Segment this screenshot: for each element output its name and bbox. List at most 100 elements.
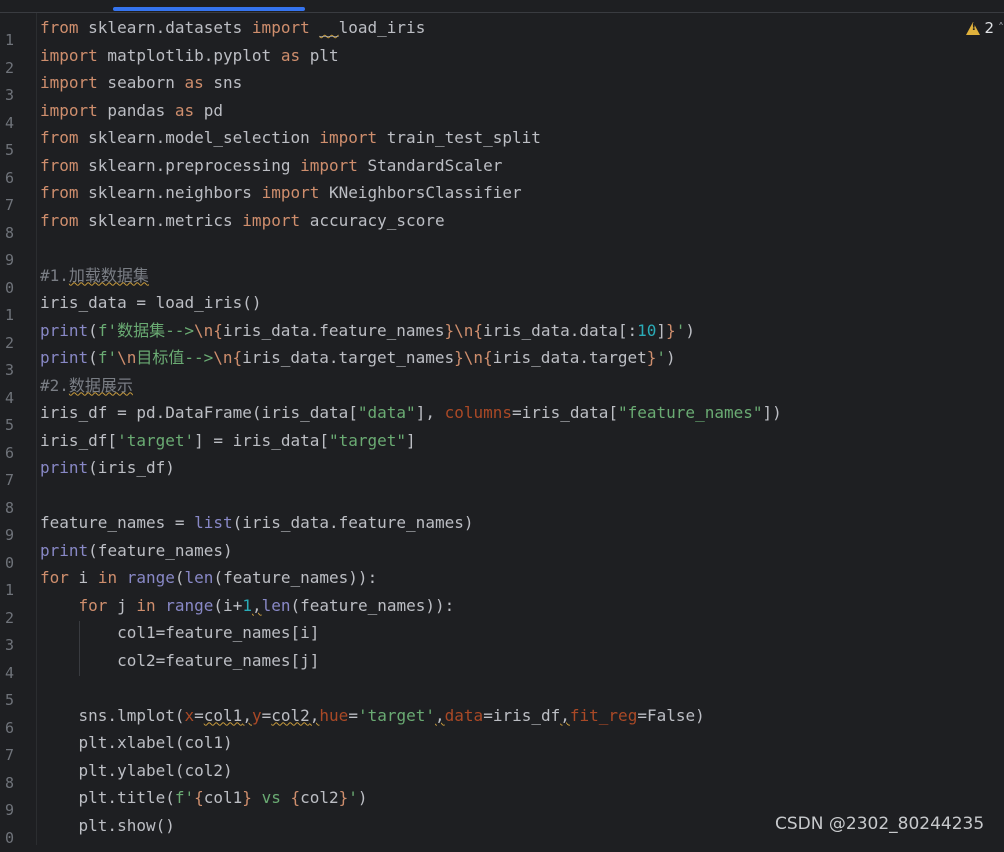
chevron-up-icon[interactable]: ˄ [998,21,1004,35]
code-token: 数据展示 [69,376,133,395]
code-token: \n [117,348,136,367]
code-token: col1 [204,788,243,807]
code-token: 'target' [358,706,435,725]
line-number: 1 [0,577,14,605]
code-token: load_iris [339,18,426,37]
code-token: f' [98,348,117,367]
code-line[interactable]: iris_data = load_iris() [40,289,1004,317]
code-token: 目标值 [136,348,184,367]
code-token: col2 [271,706,310,725]
code-line[interactable]: iris_df['target'] = iris_data["target"] [40,427,1004,455]
code-line[interactable]: #2.数据展示 [40,372,1004,400]
code-token: iris_df = pd.DataFrame(iris_data[ [40,403,358,422]
code-line[interactable]: for j in range(i+1,len(feature_names)): [40,592,1004,620]
code-line[interactable]: from sklearn.datasets import __load_iris [40,14,1004,42]
code-editor[interactable]: from sklearn.datasets import __load_iris… [40,14,1004,845]
code-token: , [560,706,570,725]
code-token: data [445,706,484,725]
code-line[interactable]: #1.加载数据集 [40,262,1004,290]
code-token: \n [454,321,473,340]
code-line[interactable]: print(f'数据集-->\n{iris_data.feature_names… [40,317,1004,345]
code-token: x [185,706,195,725]
code-token: iris_data.data[: [483,321,637,340]
code-token [40,596,79,615]
code-line[interactable]: print(feature_names) [40,537,1004,565]
code-token: from [40,18,79,37]
code-token: \n [213,348,232,367]
code-token: i [69,568,98,587]
code-line-empty[interactable] [40,674,1004,702]
code-token: (iris_df) [88,458,175,477]
code-token: iris_data = load_iris() [40,293,262,312]
code-token: plt.title( [40,788,175,807]
code-token: as [175,101,194,120]
code-line[interactable]: import seaborn as sns [40,69,1004,97]
code-token: --> [165,321,194,340]
code-token: accuracy_score [300,211,445,230]
code-line[interactable]: from sklearn.neighbors import KNeighbors… [40,179,1004,207]
code-token: sklearn.preprocessing [79,156,301,175]
code-token: \n [194,321,213,340]
code-token: for [40,568,69,587]
code-token: from [40,128,79,147]
code-token: sklearn.model_selection [79,128,320,147]
code-token: plt.ylabel(col2) [40,761,233,780]
code-line-empty[interactable] [40,482,1004,510]
code-line-empty[interactable] [40,234,1004,262]
code-token: ]) [763,403,782,422]
code-token: f' [175,788,194,807]
code-token: seaborn [98,73,185,92]
editor-gutter: 1 2 3 4 5 6 7 8 9 0 1 2 3 4 5 6 7 8 9 0 … [0,13,37,845]
code-line[interactable]: col2=feature_names[j] [40,647,1004,675]
line-number: 7 [0,467,14,495]
code-token: ( [88,348,98,367]
code-token: in [136,596,155,615]
code-token: plt [300,46,339,65]
code-token: } [444,321,454,340]
code-token: , [242,706,252,725]
code-token: ], [416,403,445,422]
code-token: ) [666,348,676,367]
code-line[interactable]: import pandas as pd [40,97,1004,125]
code-token: range [165,596,213,615]
code-token: } [647,348,657,367]
code-line[interactable]: import matplotlib.pyplot as plt [40,42,1004,70]
code-line[interactable]: print(f'\n目标值-->\n{iris_data.target_name… [40,344,1004,372]
code-line[interactable]: col1=feature_names[i] [40,619,1004,647]
line-number: 8 [0,770,14,798]
code-line[interactable]: plt.title(f'{col1} vs {col2}') [40,784,1004,812]
code-token: { [483,348,493,367]
code-line[interactable]: feature_names = list(iris_data.feature_n… [40,509,1004,537]
code-line[interactable]: from sklearn.model_selection import trai… [40,124,1004,152]
code-line[interactable]: from sklearn.preprocessing import Standa… [40,152,1004,180]
code-line[interactable]: from sklearn.metrics import accuracy_sco… [40,207,1004,235]
code-token: = [348,706,358,725]
code-token: col1=feature_names[i] [40,623,319,642]
line-number: 9 [0,247,14,275]
code-token: import [40,101,98,120]
code-token: fit_reg [570,706,637,725]
code-line[interactable]: plt.xlabel(col1) [40,729,1004,757]
code-token: import [40,46,98,65]
line-number: 7 [0,742,14,770]
code-line[interactable]: iris_df = pd.DataFrame(iris_data["data"]… [40,399,1004,427]
code-token: sklearn.neighbors [79,183,262,202]
code-token: from [40,211,79,230]
inspection-widget[interactable]: 2 ˄ [966,19,1004,37]
code-token: (feature_names)): [213,568,377,587]
code-token: vs [252,788,291,807]
code-line[interactable]: for i in range(len(feature_names)): [40,564,1004,592]
code-token: ' [656,348,666,367]
code-line[interactable]: print(iris_df) [40,454,1004,482]
code-token: } [339,788,349,807]
line-number: 5 [0,687,14,715]
code-line[interactable]: plt.ylabel(col2) [40,757,1004,785]
code-token: 10 [637,321,656,340]
code-token [117,568,127,587]
code-token: in [98,568,117,587]
line-number: 3 [0,357,14,385]
code-token: (feature_names)): [291,596,455,615]
active-tab-indicator[interactable] [113,7,305,11]
code-token: { [194,788,204,807]
code-line[interactable]: sns.lmplot(x=col1,y=col2,hue='target',da… [40,702,1004,730]
